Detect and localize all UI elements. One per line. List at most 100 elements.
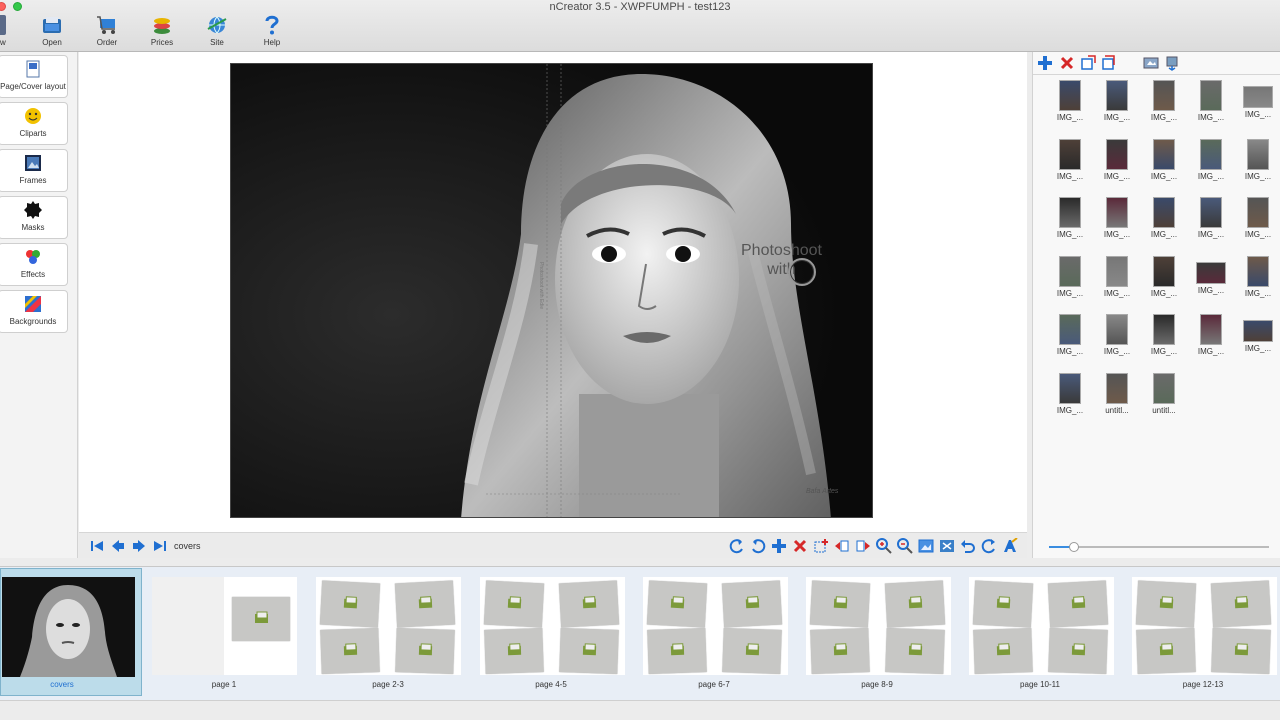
photo-slot[interactable] (483, 580, 545, 628)
photo-thumbnail[interactable]: IMG_... (1050, 197, 1090, 242)
photo-slot[interactable] (394, 580, 456, 628)
thumbnail-size-slider[interactable] (1049, 542, 1269, 552)
photo-thumbnail[interactable]: IMG_... (1050, 314, 1090, 359)
spine-text[interactable]: Photoshoot with Edie (538, 262, 544, 309)
photo-thumbnail[interactable]: IMG_... (1191, 256, 1231, 301)
photo-thumbnail[interactable]: IMG_... (1144, 197, 1184, 242)
delete-icon[interactable] (792, 538, 808, 554)
page-thumbnail[interactable] (969, 577, 1114, 675)
site-button[interactable]: Site (192, 15, 242, 49)
photo-slot[interactable] (1210, 580, 1272, 628)
new-icon[interactable] (0, 15, 6, 35)
photo-slot[interactable] (559, 628, 619, 674)
photo-slot[interactable] (809, 580, 871, 628)
zoom-out-icon[interactable] (897, 538, 913, 554)
photo-thumbnail[interactable]: IMG_... (1097, 80, 1137, 125)
tool-page-cover-layout[interactable]: Page/Cover layout (0, 55, 68, 98)
undo-icon[interactable] (960, 538, 976, 554)
page-thumbnail[interactable] (0, 568, 142, 696)
photo-slot[interactable] (320, 628, 380, 674)
photo-slot[interactable] (484, 628, 544, 674)
photo-thumbnail[interactable]: IMG_... (1050, 372, 1090, 418)
photo-slot[interactable] (647, 628, 707, 674)
page-thumbnail[interactable] (806, 577, 951, 675)
add-frame-icon[interactable] (813, 538, 829, 554)
photo-slot[interactable] (810, 628, 870, 674)
open-button[interactable]: Open (27, 15, 77, 49)
photo-thumbnail[interactable]: IMG_... (1238, 314, 1278, 359)
refresh-photos-icon[interactable] (1101, 55, 1117, 71)
page-thumbnail[interactable] (480, 577, 625, 675)
rotate-right-icon[interactable] (750, 538, 766, 554)
photo-thumbnail[interactable]: IMG_... (1144, 80, 1184, 125)
photo-thumbnail[interactable]: IMG_... (1050, 80, 1090, 125)
photo-thumbnail[interactable]: IMG_... (1050, 255, 1090, 301)
zoom-in-icon[interactable] (876, 538, 892, 554)
cover-photo[interactable] (230, 63, 873, 518)
page-thumbnail[interactable] (1132, 577, 1277, 675)
move-left-icon[interactable] (834, 538, 850, 554)
next-page-icon[interactable] (131, 538, 147, 554)
export-photos-icon[interactable] (1164, 55, 1180, 71)
tool-effects[interactable]: Effects (0, 243, 68, 286)
first-page-icon[interactable] (89, 538, 105, 554)
photo-thumbnail[interactable]: IMG_... (1238, 80, 1278, 125)
photo-slot[interactable] (884, 580, 946, 628)
photo-thumbnail[interactable]: IMG_... (1191, 197, 1231, 242)
tool-backgrounds[interactable]: Backgrounds (0, 290, 68, 333)
help-button[interactable]: Help (247, 15, 297, 49)
photo-thumbnail[interactable]: untitl... (1097, 372, 1137, 418)
page-thumbnail[interactable] (316, 577, 461, 675)
photo-thumbnail[interactable]: IMG_... (1097, 197, 1137, 242)
fit-image-icon[interactable] (918, 538, 934, 554)
photo-thumbnail[interactable]: IMG_... (1144, 314, 1184, 359)
photo-slot[interactable] (1136, 628, 1196, 674)
last-page-icon[interactable] (152, 538, 168, 554)
photo-slot[interactable] (1135, 580, 1197, 628)
photo-thumbnail[interactable]: IMG_... (1238, 255, 1278, 301)
add-icon[interactable] (771, 538, 787, 554)
photo-slot[interactable] (972, 580, 1034, 628)
photo-thumbnail[interactable]: IMG_... (1050, 138, 1090, 184)
photo-thumbnail[interactable]: IMG_... (1191, 314, 1231, 359)
order-button[interactable]: Order (82, 15, 132, 49)
photo-slot[interactable] (395, 628, 455, 674)
photo-thumbnail[interactable]: IMG_... (1238, 197, 1278, 242)
add-photo-icon[interactable] (1037, 55, 1053, 71)
photo-slot[interactable] (721, 580, 783, 628)
photo-slot[interactable] (319, 580, 381, 628)
photo-slot[interactable] (558, 580, 620, 628)
photo-thumbnail[interactable]: IMG_... (1097, 138, 1137, 184)
sort-photos-icon[interactable] (1080, 55, 1096, 71)
tool-frames[interactable]: Frames (0, 149, 68, 192)
photo-thumbnail[interactable]: IMG_... (1238, 138, 1278, 184)
photo-slot[interactable] (1211, 628, 1271, 674)
tool-masks[interactable]: Masks (0, 196, 68, 239)
photo-slot[interactable] (232, 597, 290, 641)
import-photos-icon[interactable] (1143, 55, 1159, 71)
photo-slot[interactable] (646, 580, 708, 628)
photo-thumbnail[interactable]: IMG_... (1191, 138, 1231, 184)
photo-slot[interactable] (1048, 628, 1108, 674)
photo-thumbnail[interactable]: IMG_... (1144, 255, 1184, 301)
photo-thumbnail[interactable]: IMG_... (1144, 138, 1184, 184)
photo-thumbnail[interactable]: IMG_... (1191, 80, 1231, 125)
redo-icon[interactable] (981, 538, 997, 554)
remove-photo-icon[interactable] (1059, 55, 1075, 71)
photo-slot[interactable] (1047, 580, 1109, 628)
page-thumbnail[interactable] (152, 577, 297, 675)
tool-cliparts[interactable]: Cliparts (0, 102, 68, 145)
rotate-left-icon[interactable] (729, 538, 745, 554)
photo-slot[interactable] (722, 628, 782, 674)
text-tool-icon[interactable] (1002, 538, 1018, 554)
photo-slot[interactable] (973, 628, 1033, 674)
page-thumbnail[interactable] (643, 577, 788, 675)
photo-slot[interactable] (885, 628, 945, 674)
slider-knob[interactable] (1069, 542, 1079, 552)
photo-thumbnail[interactable]: IMG_... (1097, 255, 1137, 301)
prices-button[interactable]: Prices (137, 15, 187, 49)
photo-thumbnail[interactable]: untitl... (1144, 372, 1184, 418)
move-right-icon[interactable] (855, 538, 871, 554)
photo-thumbnail[interactable]: IMG_... (1097, 314, 1137, 359)
previous-page-icon[interactable] (110, 538, 126, 554)
